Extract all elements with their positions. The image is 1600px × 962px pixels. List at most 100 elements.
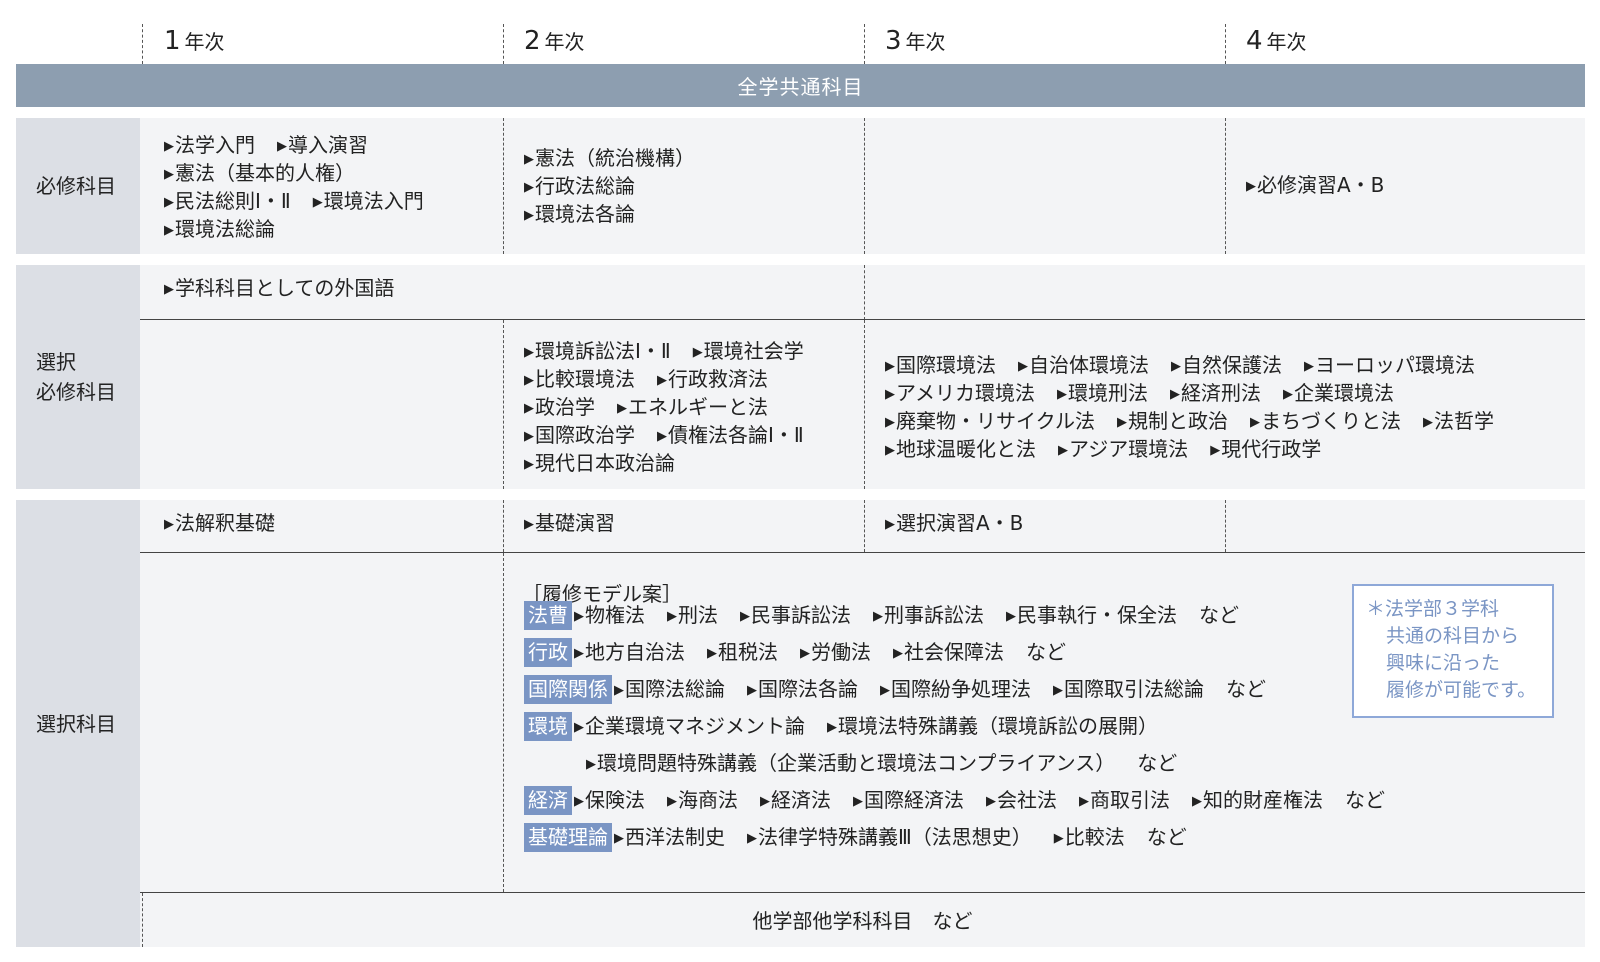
etc-suffix: など: [1345, 788, 1385, 812]
course-name: ヨーロッパ環境法: [1315, 353, 1475, 377]
course-name: 環境問題特殊講義（企業活動と環境法コンプライアンス）: [597, 751, 1116, 775]
course-item: ▶地方自治法: [574, 640, 685, 664]
course-name: 比較法: [1064, 825, 1125, 849]
etc-suffix: など: [1146, 825, 1187, 849]
course-name: 環境刑法: [1068, 381, 1148, 405]
triangle-bullet-icon: ▶: [893, 646, 903, 661]
course-item: ▶現代行政学: [1210, 437, 1321, 461]
course-item: ▶海商法: [667, 788, 738, 812]
course-item: ▶国際法総論: [614, 677, 725, 701]
course-name: 自治体環境法: [1029, 353, 1149, 377]
etc-suffix: など: [1226, 677, 1266, 701]
course-name: 法哲学: [1434, 409, 1494, 433]
triangle-bullet-icon: ▶: [1053, 683, 1063, 698]
triangle-bullet-icon: ▶: [986, 794, 996, 809]
triangle-bullet-icon: ▶: [885, 387, 895, 402]
course-item: ▶選択演習A・B: [885, 511, 1023, 535]
triangle-bullet-icon: ▶: [164, 282, 174, 297]
triangle-bullet-icon: ▶: [1006, 609, 1016, 624]
triangle-bullet-icon: ▶: [164, 517, 174, 532]
triangle-bullet-icon: ▶: [885, 359, 895, 374]
course-name: 租税法: [718, 640, 778, 664]
triangle-bullet-icon: ▶: [1210, 443, 1221, 458]
course-name: 経済法: [771, 788, 831, 812]
year-header-3: 3 年次: [885, 26, 946, 56]
course-item: ▶政治学: [524, 395, 595, 419]
triangle-bullet-icon: ▶: [574, 794, 584, 809]
triangle-bullet-icon: ▶: [885, 415, 895, 430]
field-tag: 国際関係: [524, 675, 612, 704]
course-name: 西洋法制史: [625, 825, 725, 849]
course-item: ▶商取引法: [1079, 788, 1170, 812]
course-name: 刑事訴訟法: [884, 603, 984, 627]
course-item: ▶西洋法制史: [614, 825, 725, 849]
course-name: 廃棄物・リサイクル法: [896, 409, 1095, 433]
course-model-row: 環境 ▶企業環境マネジメント論 ▶環境法特殊講義（環境訴訟の展開）: [524, 711, 1158, 741]
course-model-row: 基礎理論 ▶西洋法制史 ▶法律学特殊講義Ⅲ（法思想史） ▶比較法 など: [524, 822, 1187, 852]
column-divider: [503, 500, 504, 552]
note-line: ＊法学部３学科: [1366, 598, 1500, 620]
course-name: 経済刑法: [1181, 381, 1261, 405]
course-line: ▶行政法総論: [524, 173, 695, 201]
triangle-bullet-icon: ▶: [707, 646, 717, 661]
course-name: 国際法総論: [625, 677, 725, 701]
course-item: ▶憲法（統治機構）: [524, 146, 695, 170]
row-label-elective: 選択科目: [16, 500, 140, 947]
course-item: ▶社会保障法: [893, 640, 1004, 664]
course-item: ▶環境社会学: [693, 339, 804, 363]
field-tag: 経済: [524, 786, 572, 815]
course-item: ▶ヨーロッパ環境法: [1304, 353, 1475, 377]
course-item: ▶比較法: [1054, 825, 1125, 849]
triangle-bullet-icon: ▶: [747, 683, 757, 698]
course-line: ▶必修演習A・B: [1246, 172, 1384, 200]
elective-year3-list: ▶選択演習A・B: [885, 510, 1023, 538]
triangle-bullet-icon: ▶: [312, 195, 323, 210]
triangle-bullet-icon: ▶: [827, 720, 837, 735]
course-item: ▶環境法入門: [313, 189, 424, 213]
triangle-bullet-icon: ▶: [524, 401, 534, 416]
course-item: ▶企業環境マネジメント論: [574, 714, 805, 738]
course-item: ▶環境刑法: [1057, 381, 1148, 405]
course-item: ▶環境法各論: [524, 202, 635, 226]
foreign-language-list: ▶学科科目としての外国語: [164, 275, 394, 303]
course-name: 選択演習A・B: [896, 511, 1024, 535]
course-name: 行政法総論: [535, 174, 635, 198]
course-item: ▶廃棄物・リサイクル法: [885, 409, 1095, 433]
course-line: ▶環境法各論: [524, 201, 695, 229]
course-name: 海商法: [678, 788, 738, 812]
column-divider: [1225, 500, 1226, 552]
row-label-required: 必修科目: [16, 118, 140, 254]
triangle-bullet-icon: ▶: [164, 223, 174, 238]
course-name: 知的財産権法: [1203, 788, 1323, 812]
course-name: エネルギーと法: [628, 395, 768, 419]
course-item: ▶民事執行・保全法: [1006, 603, 1177, 627]
field-tag: 環境: [524, 712, 572, 741]
triangle-bullet-icon: ▶: [1283, 387, 1293, 402]
course-line: ▶憲法（基本的人権）: [164, 160, 424, 188]
other-faculty-subjects: 他学部他学科科目 など: [752, 908, 973, 933]
course-name: 規制と政治: [1128, 409, 1228, 433]
triangle-bullet-icon: ▶: [880, 683, 890, 698]
course-name: 国際法各論: [758, 677, 858, 701]
column-divider: [864, 320, 865, 489]
course-line: ▶現代日本政治論: [524, 450, 804, 478]
course-name: 法律学特殊講義Ⅲ（法思想史）: [758, 825, 1032, 849]
course-item: ▶環境法総論: [164, 217, 275, 241]
course-name: まちづくりと法: [1261, 409, 1401, 433]
triangle-bullet-icon: ▶: [1079, 794, 1089, 809]
required-year2-list: ▶憲法（統治機構） ▶行政法総論 ▶環境法各論: [524, 145, 695, 229]
course-model-row: 法曹 ▶物権法 ▶刑法 ▶民事訴訟法 ▶刑事訴訟法 ▶民事執行・保全法 など: [524, 600, 1239, 630]
column-divider: [503, 320, 504, 489]
course-name: 導入演習: [288, 133, 368, 157]
course-item: ▶法哲学: [1423, 409, 1494, 433]
course-item: ▶自然保護法: [1171, 353, 1282, 377]
triangle-bullet-icon: ▶: [873, 609, 883, 624]
triangle-bullet-icon: ▶: [800, 646, 810, 661]
course-name: 国際紛争処理法: [891, 677, 1031, 701]
course-name: 地球温暖化と法: [896, 437, 1036, 461]
course-name: 比較環境法: [535, 367, 635, 391]
triangle-bullet-icon: ▶: [164, 139, 174, 154]
triangle-bullet-icon: ▶: [1018, 359, 1028, 374]
course-name: 環境法入門: [323, 189, 424, 213]
triangle-bullet-icon: ▶: [1058, 443, 1068, 458]
